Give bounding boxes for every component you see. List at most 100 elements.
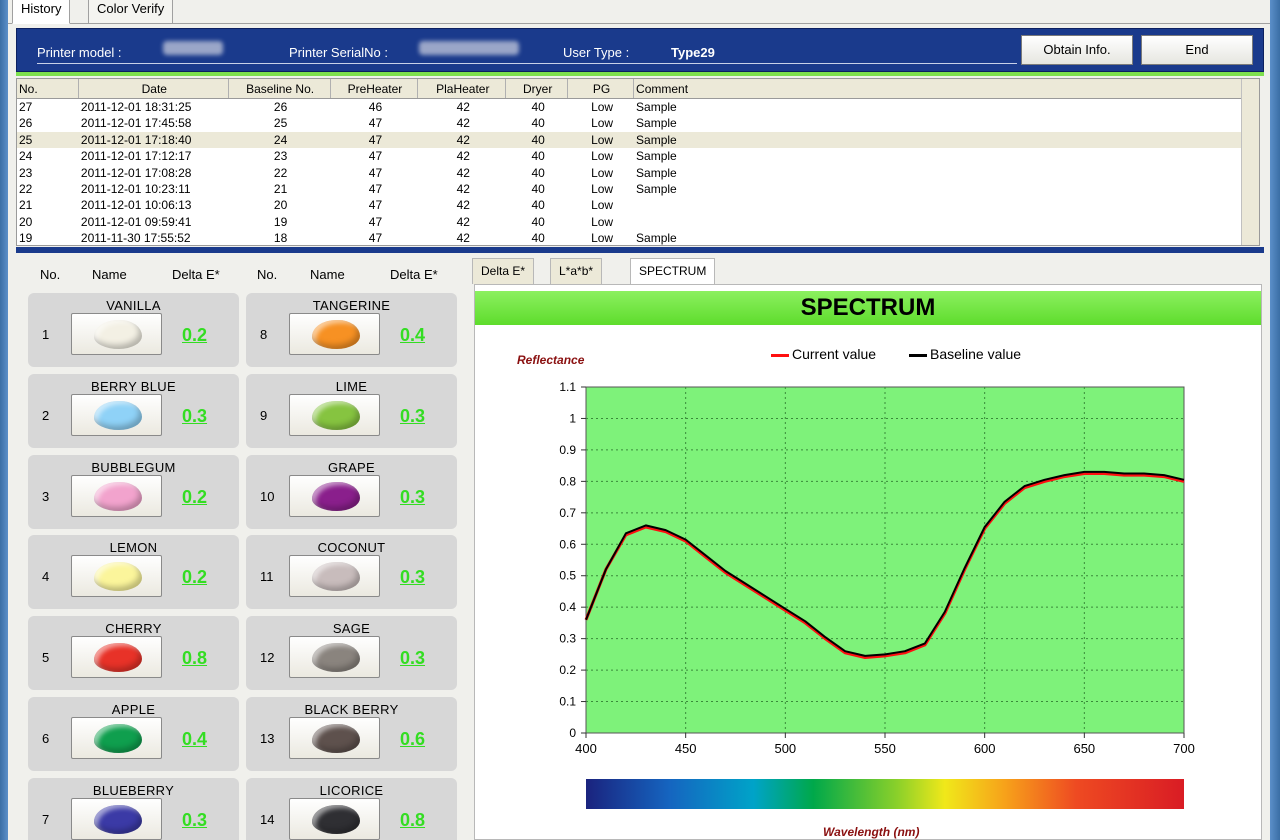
- color-number: 3: [42, 488, 50, 504]
- color-swatch-button[interactable]: [289, 717, 380, 759]
- column-header-comment[interactable]: Comment: [634, 79, 1259, 98]
- color-swatch-button[interactable]: [71, 797, 162, 840]
- delta-e-value[interactable]: 0.8: [400, 810, 425, 831]
- color-swatch-button[interactable]: [289, 797, 380, 840]
- cell-dryer: 40: [531, 181, 545, 196]
- delta-e-value[interactable]: 0.4: [182, 729, 207, 750]
- cell-no: 19: [19, 231, 33, 246]
- color-swatch-button[interactable]: [289, 636, 380, 679]
- cell-plaheater: 42: [456, 100, 470, 114]
- cell-plaheater: 42: [456, 214, 470, 229]
- cell-dryer: 40: [531, 198, 545, 213]
- tab-color-verify[interactable]: Color Verify: [88, 0, 174, 24]
- cell-pg: Low: [591, 116, 614, 131]
- delta-e-value[interactable]: 0.3: [182, 406, 207, 427]
- column-header-date[interactable]: Date: [79, 79, 229, 98]
- cell-dryer: 40: [531, 116, 545, 131]
- x-tick-label: 700: [1173, 741, 1195, 756]
- table-row[interactable]: 20 2011-12-01 09:59:41 19 47 42 40 Low: [17, 214, 1259, 230]
- delta-e-value[interactable]: 0.4: [400, 325, 425, 346]
- tab-lab[interactable]: L*a*b*: [550, 258, 603, 284]
- table-row[interactable]: 25 2011-12-01 17:18:40 24 47 42 40 Low Sample: [17, 131, 1259, 149]
- column-header-dryer[interactable]: Dryer: [506, 79, 569, 98]
- jelly-bean-swatch: [312, 481, 360, 511]
- end-button[interactable]: End: [1141, 35, 1253, 65]
- jelly-bean-swatch: [312, 562, 360, 592]
- delta-e-value[interactable]: 0.3: [400, 406, 425, 427]
- delta-e-value[interactable]: 0.6: [400, 729, 425, 750]
- user-type-label: User Type :: [563, 45, 630, 60]
- table-row[interactable]: 26 2011-12-01 17:45:58 25 47 42 40 Low Sample: [17, 115, 1259, 131]
- spectrum-panel: SPECTRUM Current value Baseline value Re…: [474, 284, 1262, 840]
- printer-model-value-redacted: [163, 41, 223, 55]
- table-row[interactable]: 19 2011-11-30 17:55:52 18 47 42 40 Low Sample: [17, 230, 1259, 246]
- color-swatch-button[interactable]: [71, 474, 162, 517]
- color-swatch-button[interactable]: [71, 717, 162, 759]
- tab-delta-e[interactable]: Delta E*: [472, 258, 535, 284]
- y-tick-label: 1.1: [559, 380, 576, 394]
- table-row[interactable]: 22 2011-12-01 10:23:11 21 47 42 40 Low Sample: [17, 181, 1259, 197]
- color-card: SAGE 12 0.3: [246, 616, 457, 691]
- color-swatch-button[interactable]: [289, 474, 380, 517]
- delta-e-value[interactable]: 0.3: [182, 810, 207, 831]
- delta-e-value[interactable]: 0.2: [182, 487, 207, 508]
- spectrum-chart: 400 450 500 550 600 650 700 0 0.1 0.2 0.3 0.4 0.5 0.6…: [559, 380, 1195, 809]
- column-header-preheater[interactable]: PreHeater: [331, 79, 419, 98]
- history-table: No. Date Baseline No. PreHeater PlaHeate…: [16, 78, 1260, 246]
- cell-baseline: 22: [273, 165, 288, 180]
- table-row[interactable]: 23 2011-12-01 17:08:28 22 47 42 40 Low Sample: [17, 165, 1259, 181]
- table-scrollbar[interactable]: [1241, 79, 1259, 245]
- cell-plaheater: 42: [456, 231, 470, 246]
- color-number: 12: [260, 650, 275, 666]
- color-number: 1: [42, 327, 50, 342]
- column-header-pg[interactable]: PG: [568, 79, 635, 98]
- color-card: COCONUT 11 0.3: [246, 535, 457, 610]
- cell-pg: Low: [591, 198, 614, 213]
- table-row[interactable]: 21 2011-12-01 10:06:13 20 47 42 40 Low: [17, 197, 1259, 213]
- tab-spectrum[interactable]: SPECTRUM: [630, 258, 716, 284]
- color-swatch-button[interactable]: [71, 313, 162, 355]
- jelly-bean-swatch: [94, 643, 142, 673]
- printer-model-label: Printer model :: [37, 45, 122, 60]
- delta-e-value[interactable]: 0.3: [400, 487, 425, 508]
- column-header-no[interactable]: No.: [17, 79, 79, 98]
- cell-comment: Sample: [636, 132, 677, 147]
- color-name: COCONUT: [317, 540, 386, 556]
- color-number: 2: [42, 407, 50, 423]
- y-tick-label: 0: [569, 726, 576, 740]
- y-tick-label: 0.4: [559, 600, 576, 614]
- delta-e-value[interactable]: 0.3: [400, 567, 425, 588]
- obtain-info-button[interactable]: Obtain Info.: [1021, 35, 1133, 65]
- delta-e-value[interactable]: 0.2: [182, 567, 207, 588]
- color-name: CHERRY: [105, 621, 162, 637]
- cell-date: 2011-12-01 10:06:13: [80, 198, 192, 213]
- y-tick-label: 0.6: [559, 537, 576, 551]
- column-header-plaheater[interactable]: PlaHeater: [418, 79, 507, 98]
- cell-date: 2011-12-01 09:59:41: [80, 214, 192, 229]
- cell-no: 23: [19, 165, 33, 180]
- color-swatch-button[interactable]: [71, 636, 162, 679]
- column-header-baseline[interactable]: Baseline No.: [229, 79, 331, 98]
- color-name: BLUEBERRY: [92, 782, 175, 798]
- cell-no: 27: [19, 100, 33, 114]
- color-swatch-button[interactable]: [71, 555, 162, 598]
- color-name: TANGERINE: [312, 298, 391, 313]
- y-tick-label: 0.9: [559, 443, 576, 457]
- cell-baseline: 19: [273, 214, 288, 229]
- delta-e-value[interactable]: 0.8: [182, 648, 207, 669]
- color-swatch-button[interactable]: [289, 555, 380, 598]
- cell-no: 25: [19, 132, 33, 147]
- table-row[interactable]: 27 2011-12-01 18:31:25 26 46 42 40 Low Sample: [17, 99, 1259, 115]
- cell-date: 2011-11-30 17:55:52: [80, 231, 191, 246]
- color-swatch-button[interactable]: [289, 393, 380, 436]
- tab-history[interactable]: History: [12, 0, 71, 24]
- color-swatch-button[interactable]: [71, 393, 162, 436]
- delta-e-value[interactable]: 0.3: [400, 648, 425, 669]
- color-swatch-button[interactable]: [289, 313, 380, 355]
- color-number: 6: [42, 731, 50, 746]
- table-row[interactable]: 24 2011-12-01 17:12:17 23 47 42 40 Low Sample: [17, 148, 1259, 164]
- x-tick-label: 550: [874, 741, 896, 756]
- cell-plaheater: 42: [456, 198, 470, 213]
- cell-pg: Low: [591, 165, 614, 180]
- delta-e-value[interactable]: 0.2: [182, 325, 207, 346]
